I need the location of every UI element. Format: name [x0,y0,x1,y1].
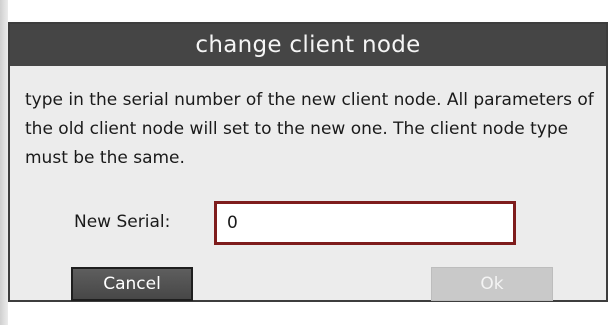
new-serial-label: New Serial: [74,212,171,232]
change-client-node-dialog: change client node type in the serial nu… [8,22,608,302]
new-serial-input[interactable] [214,201,516,245]
cancel-button[interactable]: Cancel [71,267,193,301]
dialog-titlebar: change client node [10,24,606,66]
dialog-title: change client node [195,32,421,58]
ok-button[interactable]: Ok [431,267,553,301]
dialog-message: type in the serial number of the new cli… [25,90,594,168]
